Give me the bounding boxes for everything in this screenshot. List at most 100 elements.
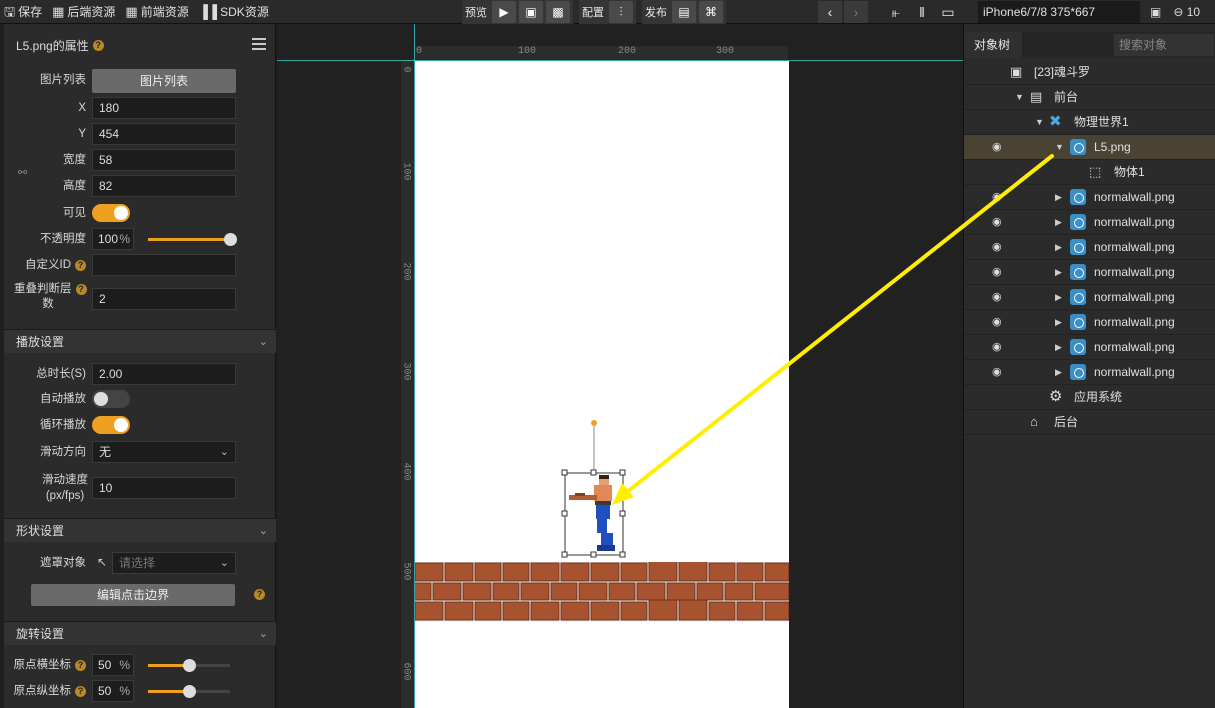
tree-item-normalwall[interactable]: ◉ ▶ normalwall.png (964, 335, 1215, 360)
width-input[interactable]: 58 (92, 149, 236, 171)
height-row: 高度 82 (4, 175, 276, 197)
device-icon[interactable]: ▭ (936, 1, 960, 23)
edit-hit-bounds-button[interactable]: 编辑点击边界 (31, 584, 235, 606)
duration-input[interactable]: 2.00 (92, 363, 236, 385)
triangle-right-icon[interactable]: ▶ (1055, 210, 1062, 235)
frontend-assets-button[interactable]: ▦ 前端资源 (125, 3, 188, 20)
slider-knob[interactable] (183, 685, 196, 698)
eye-icon[interactable]: ◉ (992, 142, 1004, 153)
qrcode-preview-button[interactable]: ▣ (519, 1, 543, 23)
tree-item-normalwall[interactable]: ◉ ▶ normalwall.png (964, 310, 1215, 335)
loop-toggle[interactable] (92, 416, 130, 434)
x-input[interactable]: 180 (92, 97, 236, 119)
speed-input[interactable]: 10 (92, 477, 236, 499)
y-input[interactable]: 454 (92, 123, 236, 145)
eye-icon[interactable]: ◉ (992, 342, 1004, 353)
image-list-button[interactable]: 图片列表 (92, 69, 236, 93)
help-icon[interactable]: ? (75, 686, 86, 697)
help-icon[interactable]: ? (75, 660, 86, 671)
eye-icon[interactable]: ◉ (992, 367, 1004, 378)
triangle-right-icon[interactable]: ▶ (1055, 260, 1062, 285)
save-button[interactable]: 🖫 保存 (4, 3, 42, 20)
search-object-input[interactable]: 搜索对象 (1114, 34, 1214, 56)
help-icon[interactable]: ? (92, 39, 104, 51)
direction-select[interactable]: 无 ⌄ (92, 441, 236, 463)
tree-item-l5-png[interactable]: ◉ ▼ L5.png (964, 135, 1215, 160)
publish-game-button[interactable]: ⌘ (699, 1, 723, 23)
grid-icon: ▦ (125, 4, 138, 19)
triangle-down-icon[interactable]: ▼ (1055, 135, 1064, 160)
chevron-down-icon: ⌄ (219, 446, 229, 458)
screenshot-icon[interactable]: ▣ (1150, 5, 1161, 19)
tree-item-normalwall[interactable]: ◉ ▶ normalwall.png (964, 360, 1215, 385)
game-stage[interactable] (415, 61, 789, 708)
shape-section-header[interactable]: 形状设置 ⌄ (4, 518, 276, 542)
tab-object-tree[interactable]: 对象树 (964, 32, 1022, 58)
triangle-right-icon[interactable]: ▶ (1055, 185, 1062, 210)
eye-icon[interactable]: ◉ (992, 192, 1004, 203)
editor-canvas[interactable]: 0 100 200 300 0 100 200 300 400 500 600 (277, 24, 963, 708)
triangle-down-icon[interactable]: ▼ (1035, 110, 1044, 135)
align-center-icon[interactable]: ‖ (910, 1, 934, 23)
autoplay-toggle[interactable] (92, 390, 130, 408)
back-arrow-icon[interactable]: ‹ (818, 1, 842, 23)
tree-item-physics-world[interactable]: ▼ ✖ 物理世界1 (964, 110, 1215, 135)
hamburger-menu-icon[interactable] (252, 38, 266, 53)
device-selector[interactable]: iPhone6/7/8 375*667 (978, 1, 1140, 23)
overlap-layer-input[interactable]: 2 (92, 288, 236, 310)
align-left-icon[interactable]: ⫦ (884, 1, 908, 23)
tree-item-body[interactable]: ⬚ 物体1 (964, 160, 1215, 185)
rotation-section-header[interactable]: 旋转设置 ⌄ (4, 621, 276, 645)
direction-row: 滑动方向 无 ⌄ (4, 441, 276, 463)
origin-y-input[interactable]: 50 % (92, 680, 134, 702)
tree-item-game[interactable]: ▣ [23]魂斗罗 (964, 60, 1215, 85)
playback-section-header[interactable]: 播放设置 ⌄ (4, 329, 276, 353)
selected-sprite[interactable] (561, 417, 627, 561)
backend-assets-button[interactable]: ▦ 后端资源 (52, 3, 115, 20)
visible-toggle[interactable] (92, 204, 130, 222)
eye-icon[interactable]: ◉ (992, 317, 1004, 328)
publish-web-button[interactable]: ▤ (672, 1, 696, 23)
pointer-icon[interactable]: ↖ (97, 555, 107, 569)
tree-item-normalwall[interactable]: ◉ ▶ normalwall.png (964, 260, 1215, 285)
tree-item-app-system[interactable]: ⚙ 应用系统 (964, 385, 1215, 410)
help-icon[interactable]: ? (75, 284, 87, 295)
triangle-right-icon[interactable]: ▶ (1055, 285, 1062, 310)
tree-item-foreground[interactable]: ▼ ▤ 前台 (964, 85, 1215, 110)
sdk-assets-button[interactable]: ▐▐ SDK资源 (199, 3, 269, 20)
tree-item-normalwall[interactable]: ◉ ▶ normalwall.png (964, 235, 1215, 260)
triangle-right-icon[interactable]: ▶ (1055, 310, 1062, 335)
overlap-row: 重叠判断层? 数 2 (4, 283, 276, 310)
origin-x-slider[interactable] (148, 659, 230, 672)
brick-wall-sprite[interactable] (415, 560, 789, 622)
object-tree-header: 对象树 搜索对象 (964, 32, 1215, 58)
qrcode-share-button[interactable]: ▩ (546, 1, 570, 23)
custom-id-input[interactable] (92, 254, 236, 276)
tree-item-normalwall[interactable]: ◉ ▶ normalwall.png (964, 285, 1215, 310)
help-icon[interactable]: ? (254, 589, 265, 600)
mask-select[interactable]: 请选择 ⌄ (112, 552, 236, 574)
triangle-down-icon[interactable]: ▼ (1015, 85, 1024, 110)
eye-icon[interactable]: ◉ (992, 267, 1004, 278)
tree-item-background[interactable]: ⌂ 后台 (964, 410, 1215, 435)
play-preview-button[interactable]: ▶ (492, 1, 516, 23)
slider-knob[interactable] (224, 233, 237, 246)
opacity-slider[interactable] (148, 233, 237, 246)
slider-knob[interactable] (183, 659, 196, 672)
origin-x-input[interactable]: 50 % (92, 654, 134, 676)
help-icon[interactable]: ? (75, 260, 86, 271)
triangle-right-icon[interactable]: ▶ (1055, 335, 1062, 360)
forward-arrow-icon[interactable]: › (844, 1, 868, 23)
origin-y-slider[interactable] (148, 685, 230, 698)
tree-item-normalwall[interactable]: ◉ ▶ normalwall.png (964, 210, 1215, 235)
triangle-right-icon[interactable]: ▶ (1055, 235, 1062, 260)
eye-icon[interactable]: ◉ (992, 217, 1004, 228)
opacity-input[interactable]: 100 % (92, 228, 134, 250)
eye-icon[interactable]: ◉ (992, 292, 1004, 303)
tree-item-normalwall[interactable]: ◉ ▶ normalwall.png (964, 185, 1215, 210)
eye-icon[interactable]: ◉ (992, 242, 1004, 253)
height-input[interactable]: 82 (92, 175, 236, 197)
sliders-icon[interactable]: ⫶ (609, 1, 633, 23)
triangle-right-icon[interactable]: ▶ (1055, 360, 1062, 385)
zoom-indicator[interactable]: ⊖ 10 (1173, 5, 1200, 19)
